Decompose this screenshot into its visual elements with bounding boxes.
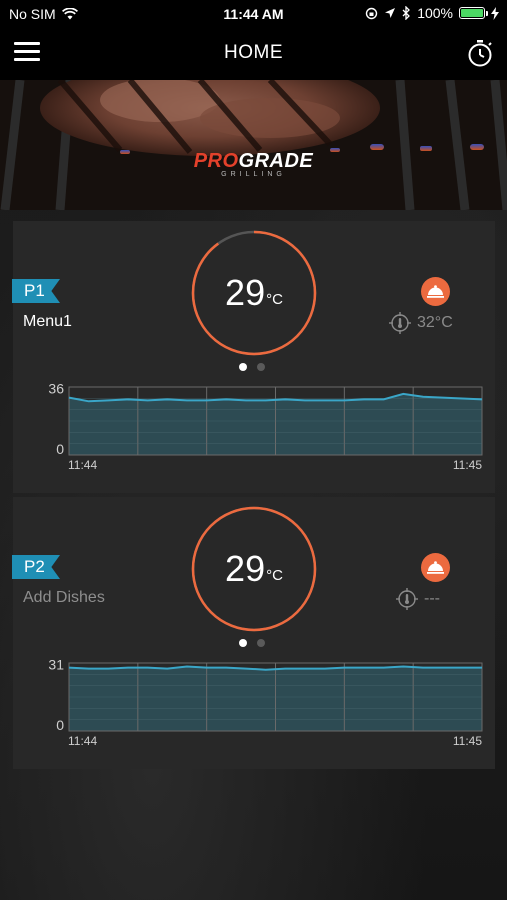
stopwatch-icon[interactable] [465,38,495,68]
probe-tag: P2 [12,555,60,579]
charging-bolt-icon [491,6,499,20]
food-cloche-icon[interactable] [421,277,450,306]
add-dishes-link[interactable]: Add Dishes [23,589,105,607]
y-min-label: 0 [56,717,64,733]
battery-percent: 100% [417,5,453,21]
bluetooth-icon [402,6,411,20]
probe-card-p2[interactable]: P2 Add Dishes 29 °C --- 31 0 11:44 11:45 [12,497,495,769]
y-max-label: 31 [48,659,64,672]
page-indicator[interactable] [239,639,265,647]
hero-banner: PROGRADE GRILLING [0,80,507,210]
current-temperature: 29 °C [225,548,283,589]
page-title: HOME [224,42,283,63]
menu-name[interactable]: Menu1 [23,313,72,331]
probe-tag: P1 [12,279,60,303]
target-temperature[interactable]: 32°C [389,312,453,334]
current-temperature: 29 °C [225,272,283,313]
brand-logo: PROGRADE GRILLING [193,150,314,178]
location-arrow-icon [385,8,396,18]
temperature-chart: 31 0 11:44 11:45 [48,659,483,747]
x-start-label: 11:44 [68,458,97,471]
x-start-label: 11:44 [68,734,97,747]
thermometer-target-icon [396,588,418,610]
grill-steak-image [0,80,507,210]
food-cloche-icon[interactable] [421,553,450,582]
temperature-chart: 36 0 11:44 11:45 [48,383,483,471]
y-min-label: 0 [56,441,64,457]
target-temperature[interactable]: --- [396,588,440,610]
y-max-label: 36 [48,383,64,396]
thermometer-target-icon [389,312,411,334]
probe-card-p1[interactable]: P1 Menu1 29 °C 32°C 36 0 11:44 11:45 [12,221,495,493]
status-bar: No SIM 11:44 AM 100% [0,0,507,28]
battery-icon [459,7,488,19]
orientation-lock-icon [365,7,378,19]
x-end-label: 11:45 [453,734,482,747]
x-end-label: 11:45 [453,458,482,471]
page-indicator[interactable] [239,363,265,371]
nav-bar: HOME [0,28,507,80]
